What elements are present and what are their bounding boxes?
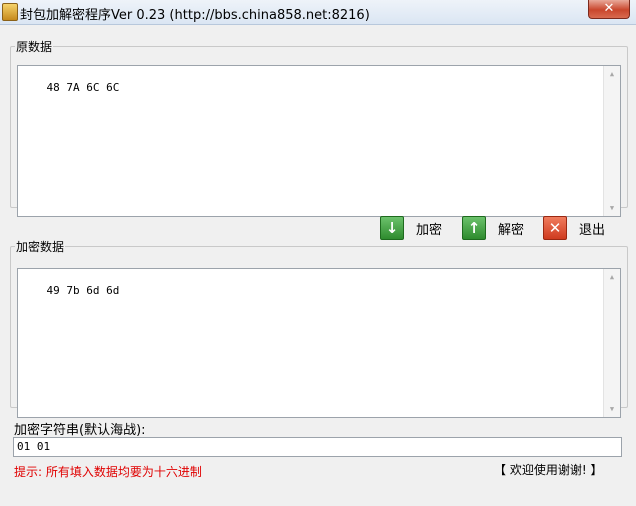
- encrypted-data-label: 加密数据: [16, 240, 65, 254]
- hex-hint-text: 提示: 所有填入数据均要为十六进制: [14, 465, 202, 479]
- scroll-down-arrow-icon[interactable]: ▼: [604, 401, 620, 417]
- encrypted-scrollbar[interactable]: ▲ ▼: [603, 269, 620, 417]
- source-data-label: 原数据: [16, 40, 53, 54]
- close-x-icon: ✕: [543, 216, 567, 240]
- decrypt-button[interactable]: ↑ 解密: [462, 216, 524, 240]
- decrypt-label: 解密: [498, 222, 525, 238]
- encrypt-button[interactable]: ↓ 加密: [380, 216, 442, 240]
- encrypt-label: 加密: [416, 222, 443, 238]
- arrow-up-icon: ↑: [462, 216, 486, 240]
- thanks-text: 【 欢迎使用谢谢! 】: [494, 463, 603, 477]
- source-data-textarea[interactable]: 48 7A 6C 6C ▲ ▼: [17, 65, 621, 217]
- title-bar: 封包加解密程序Ver 0.23 (http://bbs.china858.net…: [0, 0, 636, 25]
- encrypted-data-textarea[interactable]: 49 7b 6d 6d ▲ ▼: [17, 268, 621, 418]
- scroll-down-arrow-icon[interactable]: ▼: [604, 200, 620, 216]
- key-string-input[interactable]: 01 01: [13, 437, 622, 457]
- scroll-up-arrow-icon[interactable]: ▲: [604, 269, 620, 285]
- encrypted-data-value: 49 7b 6d 6d: [46, 284, 120, 297]
- source-data-group: 原数据 48 7A 6C 6C ▲ ▼: [10, 38, 628, 217]
- window-title: 封包加解密程序Ver 0.23 (http://bbs.china858.net…: [20, 8, 370, 23]
- key-string-value: 01 01: [17, 440, 51, 453]
- source-scrollbar[interactable]: ▲ ▼: [603, 66, 620, 216]
- exit-label: 退出: [579, 222, 606, 238]
- scroll-up-arrow-icon[interactable]: ▲: [604, 66, 620, 82]
- app-icon: [2, 3, 18, 21]
- arrow-down-icon: ↓: [380, 216, 404, 240]
- encrypted-data-group: 加密数据 49 7b 6d 6d ▲ ▼: [10, 238, 628, 418]
- key-string-label: 加密字符串(默认海战):: [14, 423, 146, 438]
- close-window-button[interactable]: ✕: [588, 0, 630, 19]
- source-data-value: 48 7A 6C 6C: [46, 81, 120, 94]
- exit-button[interactable]: ✕ 退出: [543, 216, 605, 240]
